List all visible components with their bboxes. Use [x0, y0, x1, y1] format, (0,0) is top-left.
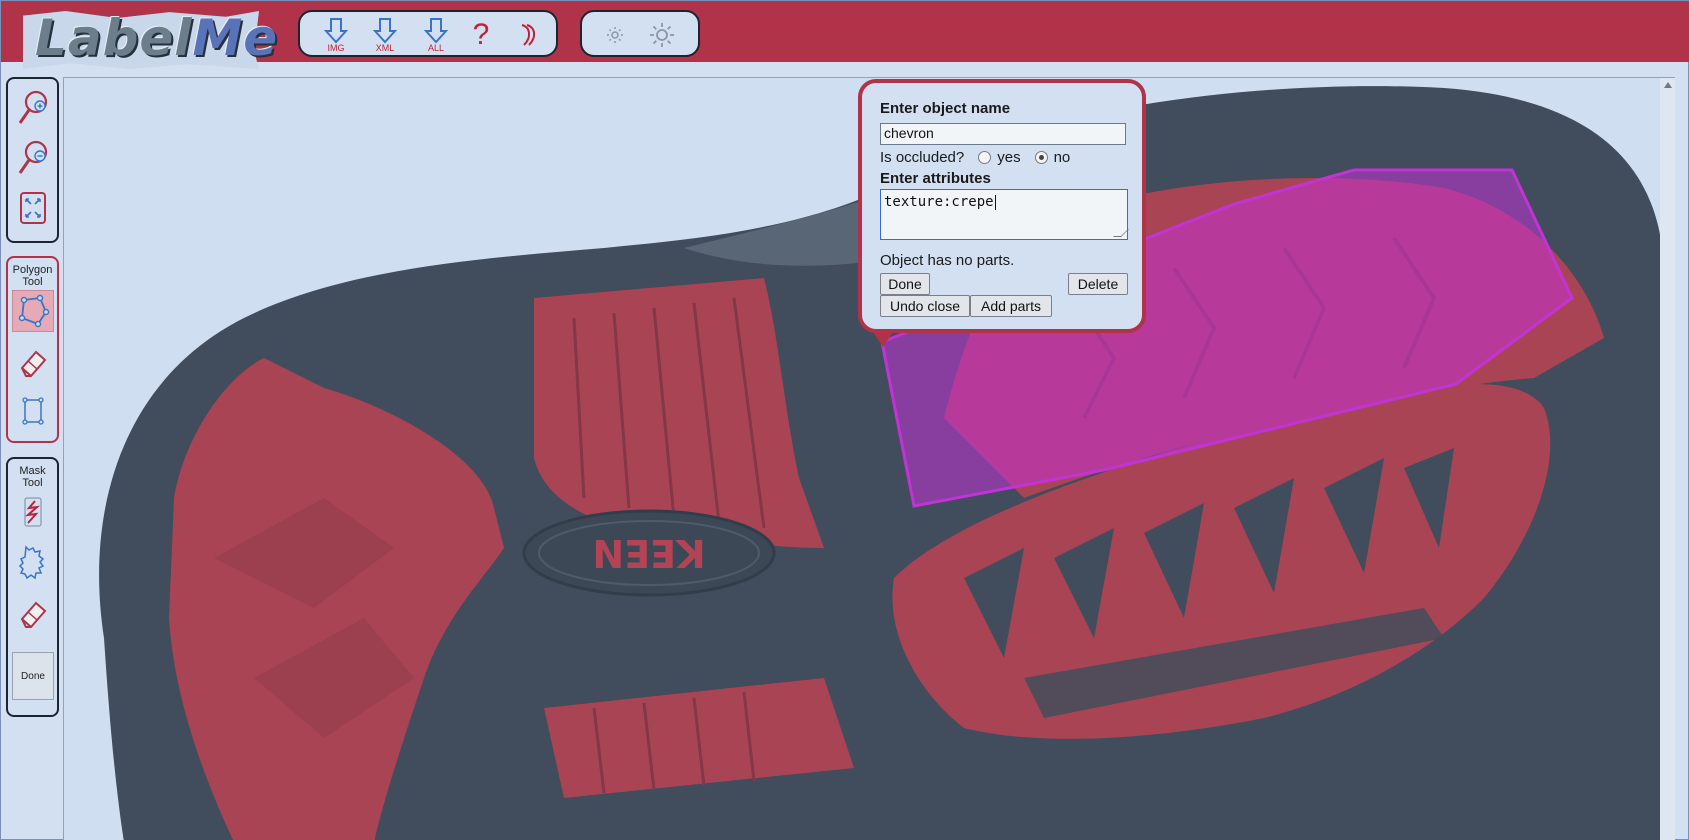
attributes-text: texture:crepe [884, 194, 994, 210]
brightness-up-button[interactable] [642, 15, 682, 55]
top-header: LabelMe IMG XML ALL ? [1, 1, 1689, 69]
eraser-icon [20, 350, 47, 377]
text-caret [994, 194, 996, 210]
help-button[interactable]: ? [461, 15, 501, 55]
zoom-out-button[interactable] [12, 137, 54, 179]
occluded-label: Is occluded? [880, 149, 965, 166]
object-annotation-popup: Enter object name chevron Is occluded? y… [858, 79, 1146, 333]
download-img-label: IMG [327, 43, 345, 53]
attributes-heading: Enter attributes [880, 170, 991, 187]
mask-done-button[interactable]: Done [12, 652, 54, 700]
scribble-icon [24, 497, 42, 527]
download-xml-label: XML [375, 43, 395, 53]
mask-tool-title: Mask Tool [19, 465, 46, 489]
sign-in-button[interactable] [507, 15, 547, 55]
occluded-no-radio[interactable] [1034, 151, 1048, 164]
occluded-row: Is occluded? yes no [880, 149, 1070, 166]
bounding-box-button[interactable] [12, 390, 54, 432]
mask-tool-panel: Mask Tool Done [6, 457, 59, 717]
done-button[interactable]: Done [880, 273, 930, 295]
sun-large-icon [650, 23, 674, 47]
undo-close-button[interactable]: Undo close [880, 295, 970, 317]
bounding-box-icon [22, 397, 44, 425]
zoom-out-icon [18, 140, 48, 174]
mask-eraser-button[interactable] [12, 593, 54, 635]
polygon-tool-title: Polygon Tool [12, 264, 53, 288]
logo-text-accent: Me [192, 9, 279, 67]
object-name-input[interactable]: chevron [880, 123, 1126, 145]
polygon-eraser-button[interactable] [12, 342, 54, 384]
labelme-logo: LabelMe [23, 7, 277, 71]
brightness-toolbar [580, 10, 700, 57]
fit-to-screen-icon [20, 192, 46, 224]
down-arrow-icon [424, 18, 448, 44]
download-all-label: ALL [427, 43, 444, 53]
fit-image-button[interactable] [12, 187, 54, 229]
brightness-down-button[interactable] [595, 15, 635, 55]
eraser-icon [20, 601, 47, 628]
scroll-up-icon[interactable] [1664, 82, 1672, 88]
jagged-region-icon [18, 545, 45, 580]
add-parts-button[interactable]: Add parts [970, 295, 1052, 317]
download-img-button[interactable]: IMG [316, 15, 356, 55]
help-icon: ? [472, 18, 490, 51]
polygon-tool-button[interactable] [12, 290, 54, 332]
popup-pointer [871, 329, 895, 347]
polygon-icon [18, 294, 50, 328]
zoom-in-icon [18, 90, 48, 124]
vertical-scrollbar[interactable] [1660, 78, 1675, 840]
crescent-icon [521, 24, 535, 46]
zoom-in-button[interactable] [12, 87, 54, 129]
occluded-yes-radio[interactable] [978, 151, 992, 164]
logo-text: LabelMe [35, 9, 279, 67]
polygon-tool-panel: Polygon Tool [6, 256, 59, 443]
mask-background-button[interactable] [12, 543, 54, 585]
zoom-panel [6, 77, 59, 243]
down-arrow-icon [324, 18, 348, 44]
occluded-yes-label: yes [997, 149, 1021, 166]
no-parts-text: Object has no parts. [880, 252, 1015, 269]
sun-small-icon [607, 27, 623, 43]
resize-grip-icon[interactable] [1113, 229, 1129, 237]
object-name-heading: Enter object name [880, 100, 1011, 117]
down-arrow-icon [373, 18, 397, 44]
download-toolbar: IMG XML ALL ? [298, 10, 558, 57]
download-xml-button[interactable]: XML [365, 15, 405, 55]
download-all-button[interactable]: ALL [416, 15, 456, 55]
occluded-no-label: no [1053, 149, 1071, 166]
mask-foreground-button[interactable] [12, 491, 54, 533]
attributes-textarea[interactable]: texture:crepe [880, 189, 1129, 240]
delete-button[interactable]: Delete [1068, 273, 1128, 295]
